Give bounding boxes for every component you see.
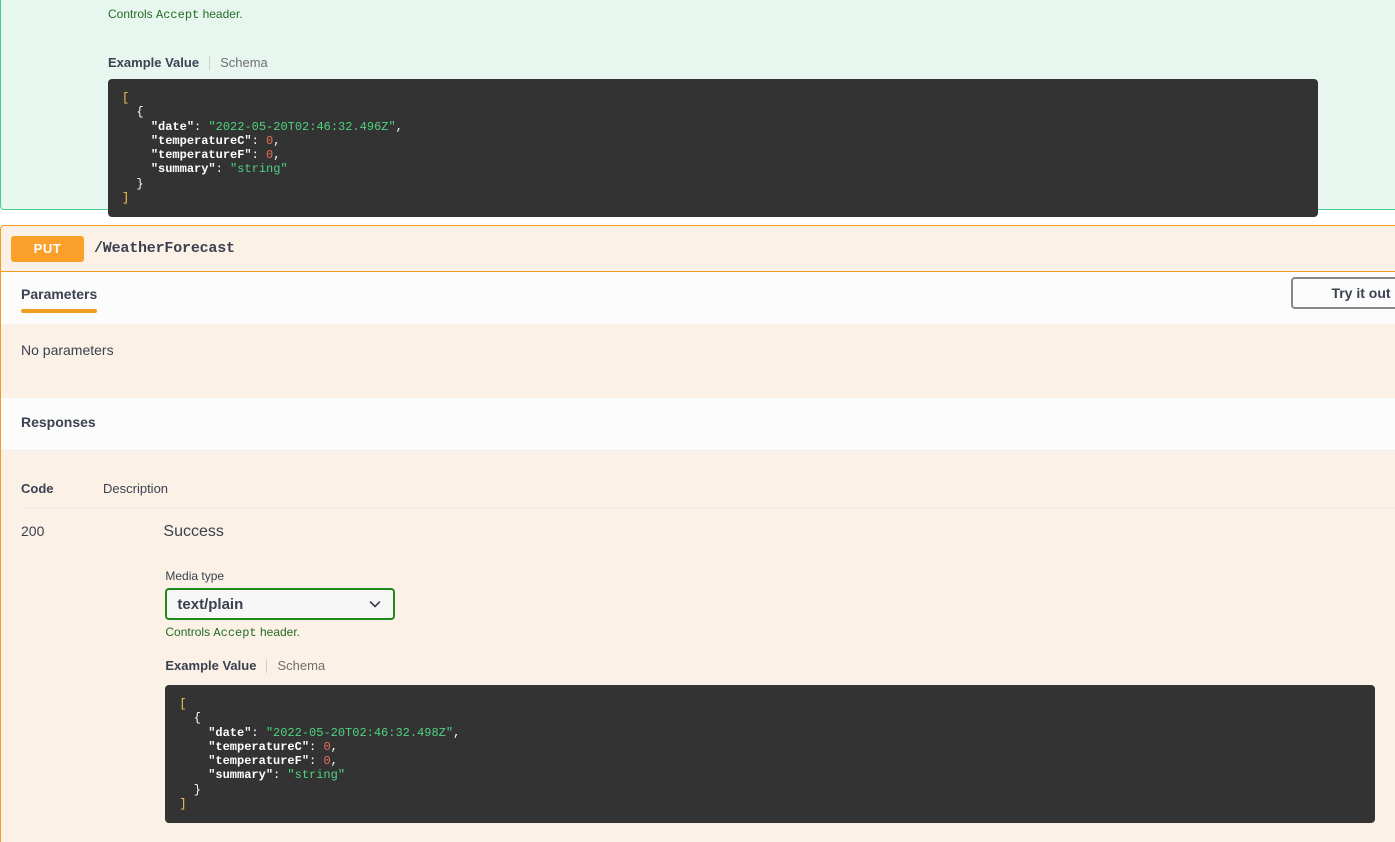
code-key-temperaturef: "temperatureF" bbox=[208, 754, 310, 769]
tab-example-value[interactable]: Example Value bbox=[108, 55, 199, 70]
get-example-tabs: Example Value Schema bbox=[108, 55, 268, 70]
controls-accept-note: Controls Accept header. bbox=[165, 625, 1375, 640]
media-type-label: Media type bbox=[165, 569, 225, 583]
response-description-text: Success bbox=[163, 523, 224, 540]
operation-path: /WeatherForecast bbox=[94, 240, 235, 257]
parameters-tab-strip: Parameters bbox=[1, 272, 1395, 324]
tab-divider bbox=[209, 55, 211, 70]
media-type-selected-value: text/plain bbox=[177, 595, 244, 613]
response-example-code-block: [ { "date": "2022-05-20T02:46:32.498Z", … bbox=[165, 685, 1376, 824]
http-method-badge-put: PUT bbox=[11, 235, 84, 262]
column-header-code: Code bbox=[21, 481, 54, 496]
code-value-date: "2022-05-20T02:46:32.498Z" bbox=[265, 725, 454, 740]
code-close-brace: } bbox=[136, 176, 144, 191]
responses-table-header: Code Description Links bbox=[21, 481, 1395, 509]
tab-parameters[interactable]: Parameters bbox=[21, 272, 98, 313]
get-controls-accept-token: Accept bbox=[156, 8, 200, 22]
tab-schema[interactable]: Schema bbox=[277, 658, 325, 673]
opblock-put-weatherforecast: PUT /WeatherForecast Parameters No param… bbox=[0, 225, 1395, 842]
code-close-brace: } bbox=[193, 782, 201, 797]
code-key-date: "date" bbox=[150, 119, 195, 134]
tab-schema[interactable]: Schema bbox=[220, 55, 268, 70]
tab-active-underline bbox=[21, 309, 98, 313]
code-value-temperaturec: 0 bbox=[323, 739, 331, 754]
code-key-summary: "summary" bbox=[150, 162, 216, 177]
code-value-summary: "string" bbox=[230, 162, 288, 177]
get-example-code-block: [ { "date": "2022-05-20T02:46:32.496Z", … bbox=[108, 79, 1318, 218]
controls-accept-token: Accept bbox=[213, 626, 257, 640]
code-open-brace: { bbox=[193, 711, 201, 726]
get-controls-suffix: header. bbox=[199, 7, 243, 21]
chevron-down-icon bbox=[369, 598, 381, 610]
opblock-get-weatherforecast: Controls Accept header. Example Value Sc… bbox=[0, 0, 1395, 218]
example-tabs: Example Value Schema bbox=[165, 658, 1375, 673]
get-controls-prefix: Controls bbox=[108, 7, 157, 21]
code-open-bracket: [ bbox=[122, 91, 130, 105]
response-links-cell: No links bbox=[1375, 523, 1395, 823]
code-key-temperaturec: "temperatureC" bbox=[208, 739, 310, 754]
controls-suffix: header. bbox=[256, 625, 301, 639]
media-type-select[interactable]: text/plain bbox=[165, 588, 396, 620]
responses-section-title: Responses bbox=[1, 398, 1395, 451]
code-key-temperaturef: "temperatureF" bbox=[150, 148, 252, 163]
swagger-ui-viewport: Controls Accept header. Example Value Sc… bbox=[0, 0, 1395, 842]
no-parameters-message: No parameters bbox=[21, 342, 114, 358]
try-it-out-button[interactable]: Try it out bbox=[1291, 277, 1395, 309]
code-value-date: "2022-05-20T02:46:32.496Z" bbox=[208, 119, 396, 134]
responses-table: Code Description Links 200 Success Media… bbox=[1, 451, 1395, 824]
code-close-bracket: ] bbox=[122, 191, 130, 206]
code-open-brace: { bbox=[136, 105, 144, 120]
code-key-summary: "summary" bbox=[208, 768, 274, 783]
tab-divider bbox=[266, 658, 268, 673]
column-header-links: Links bbox=[1344, 481, 1395, 496]
table-row: 200 Success Media type text/plain Contro… bbox=[21, 509, 1395, 824]
controls-prefix: Controls bbox=[165, 625, 214, 639]
code-close-bracket: ] bbox=[179, 797, 187, 812]
opblock-summary-put[interactable]: PUT /WeatherForecast bbox=[1, 226, 1395, 272]
column-header-description: Description bbox=[103, 481, 169, 496]
code-open-bracket: [ bbox=[179, 697, 187, 711]
tab-example-value[interactable]: Example Value bbox=[165, 658, 256, 673]
get-controls-accept-note: Controls Accept header. bbox=[108, 7, 243, 22]
code-value-summary: "string" bbox=[287, 768, 346, 783]
response-status-code: 200 bbox=[21, 523, 45, 539]
code-key-date: "date" bbox=[208, 725, 252, 740]
tab-parameters-label: Parameters bbox=[21, 286, 98, 302]
code-key-temperaturec: "temperatureC" bbox=[150, 133, 252, 148]
response-description-cell: Success Media type text/plain Controls A… bbox=[79, 523, 1376, 824]
code-value-temperaturef: 0 bbox=[323, 754, 331, 769]
media-type-block: Media type text/plain Controls Accept he… bbox=[83, 569, 1376, 824]
